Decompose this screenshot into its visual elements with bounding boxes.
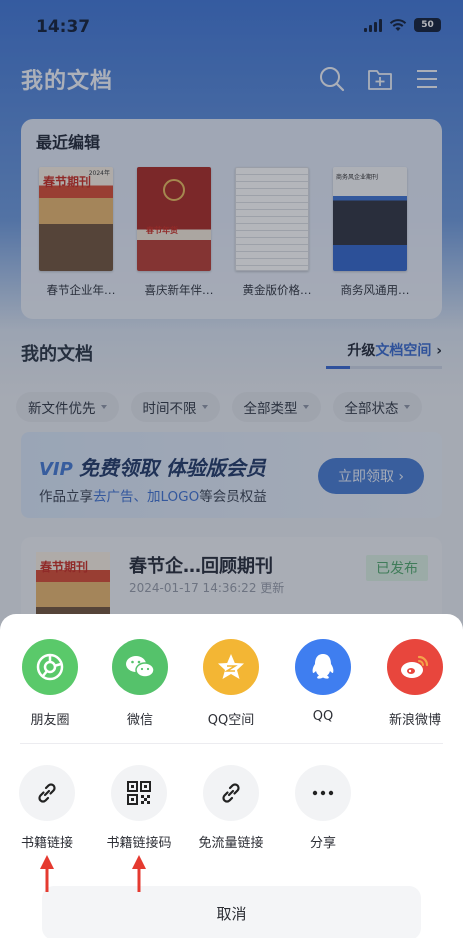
more-icon — [295, 765, 351, 821]
sheet-divider — [20, 743, 443, 744]
qq-icon — [295, 639, 351, 695]
moments-icon — [22, 639, 78, 695]
wechat-icon — [112, 639, 168, 695]
share-qq-button[interactable]: QQ — [278, 639, 368, 724]
link-icon — [19, 765, 75, 821]
share-moments-button[interactable]: 朋友圈 — [5, 639, 95, 728]
cancel-button[interactable]: 取消 — [42, 886, 421, 938]
share-sheet: 朋友圈 微信 QQ空间 QQ 新浪微博 书籍链接 书籍链接码 免流量链接 分享 … — [0, 614, 463, 938]
qzone-icon — [203, 639, 259, 695]
free-data-link-button[interactable]: 免流量链接 — [186, 765, 276, 851]
annotation-arrow-icon — [40, 855, 54, 892]
share-wechat-button[interactable]: 微信 — [95, 639, 185, 728]
weibo-icon — [387, 639, 443, 695]
share-more-button[interactable]: 分享 — [278, 765, 368, 851]
share-weibo-button[interactable]: 新浪微博 — [370, 639, 460, 728]
annotation-arrow-icon — [132, 855, 146, 892]
share-qzone-button[interactable]: QQ空间 — [186, 639, 276, 728]
qr-code-icon — [111, 765, 167, 821]
link-icon — [203, 765, 259, 821]
book-qr-code-button[interactable]: 书籍链接码 — [94, 765, 184, 851]
book-link-button[interactable]: 书籍链接 — [2, 765, 92, 851]
